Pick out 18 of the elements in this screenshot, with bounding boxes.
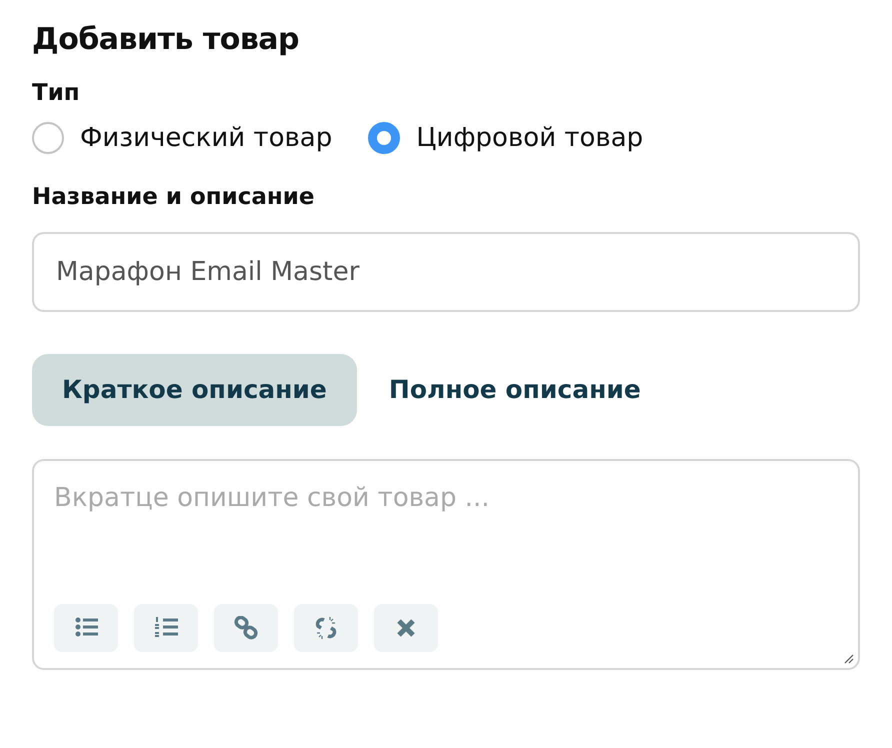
link-icon [234,616,258,640]
broken-link-icon [314,616,338,640]
name-field[interactable]: Марафон Email Master [32,232,860,312]
numbered-list-icon [154,616,178,640]
radio-option[interactable]: Физический товар [32,118,332,158]
tab[interactable]: Краткое описание [32,354,357,426]
field-label: Тип [32,79,81,108]
page-title: Добавить товар [32,22,300,58]
toolbar-button[interactable] [374,604,438,652]
toolbar-button[interactable] [54,604,118,652]
field-label: Название и описание [32,182,316,212]
toolbar-button[interactable] [134,604,198,652]
toolbar-button[interactable] [294,604,358,652]
radio-option[interactable]: Цифровой товар [368,118,644,158]
resize-grip-icon[interactable] [844,654,854,664]
toolbar-button[interactable] [214,604,278,652]
tab[interactable]: Полное описание [356,354,671,426]
description-field[interactable]: Вкратце опишите свой товар ... [32,459,860,670]
